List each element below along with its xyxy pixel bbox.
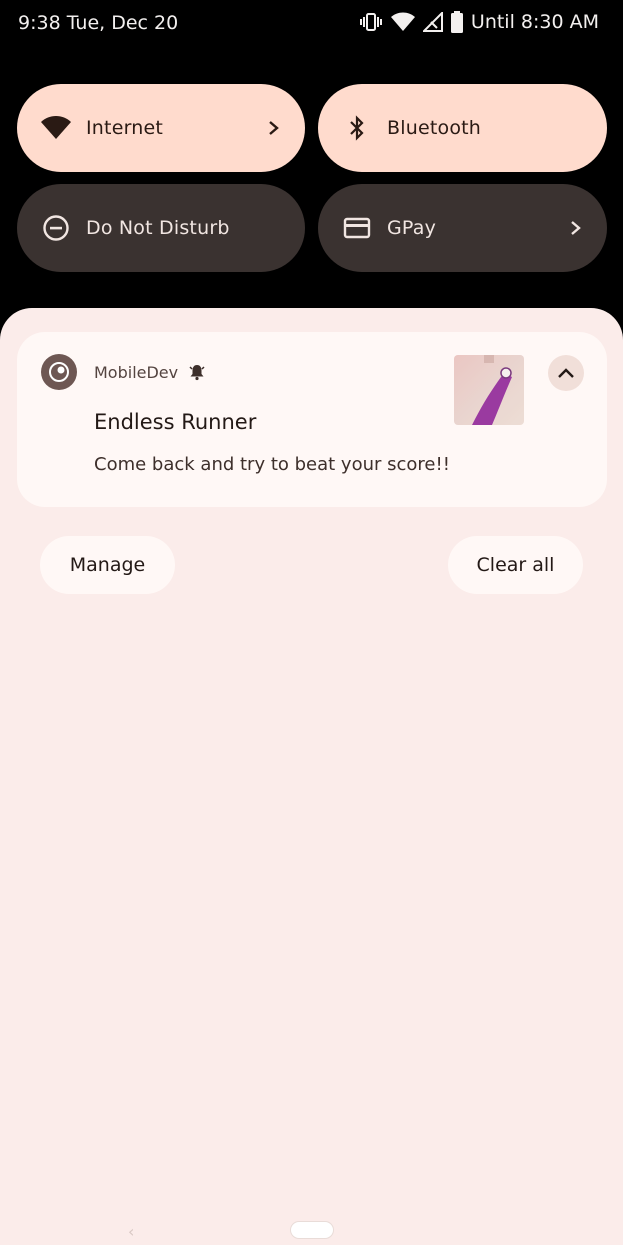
tile-bluetooth-label: Bluetooth bbox=[387, 117, 482, 139]
chevron-right-icon bbox=[269, 121, 279, 135]
card-icon bbox=[342, 213, 372, 243]
status-time-date: 9:38 Tue, Dec 20 bbox=[18, 12, 179, 34]
clear-all-button[interactable]: Clear all bbox=[448, 536, 583, 594]
bluetooth-icon bbox=[342, 113, 372, 143]
manage-button[interactable]: Manage bbox=[40, 536, 175, 594]
home-handle[interactable] bbox=[291, 1222, 333, 1238]
tile-do-not-disturb[interactable]: Do Not Disturb bbox=[17, 184, 305, 272]
wifi-status-icon bbox=[390, 12, 415, 32]
chevron-up-icon bbox=[558, 368, 574, 378]
notification-thumbnail bbox=[454, 355, 524, 425]
tile-internet[interactable]: Internet bbox=[17, 84, 305, 172]
status-icons: Until 8:30 AM bbox=[359, 11, 599, 33]
signal-icon bbox=[422, 12, 443, 32]
notification-title: Endless Runner bbox=[94, 410, 257, 434]
tile-internet-label: Internet bbox=[86, 117, 164, 139]
tile-bluetooth[interactable]: Bluetooth bbox=[318, 84, 607, 172]
battery-icon bbox=[450, 11, 463, 33]
vibrate-icon bbox=[359, 11, 383, 33]
wifi-icon bbox=[41, 113, 71, 143]
do-not-disturb-icon bbox=[41, 213, 71, 243]
app-icon bbox=[41, 354, 77, 390]
status-bar: 9:38 Tue, Dec 20 Until 8:30 AM bbox=[0, 0, 623, 48]
alert-bell-icon bbox=[188, 363, 206, 385]
alarm-until-text: Until 8:30 AM bbox=[470, 11, 599, 33]
chevron-right-icon bbox=[571, 221, 581, 235]
notification-body: Come back and try to beat your score!! bbox=[94, 454, 450, 475]
notification-app-name: MobileDev bbox=[94, 363, 179, 382]
tile-gpay[interactable]: GPay bbox=[318, 184, 607, 272]
tile-dnd-label: Do Not Disturb bbox=[86, 217, 230, 239]
collapse-button[interactable] bbox=[548, 355, 584, 391]
tile-gpay-label: GPay bbox=[387, 217, 437, 239]
back-icon[interactable]: ‹ bbox=[128, 1222, 134, 1241]
notification-card[interactable]: MobileDev Endless Runner Come back and t… bbox=[17, 332, 607, 507]
